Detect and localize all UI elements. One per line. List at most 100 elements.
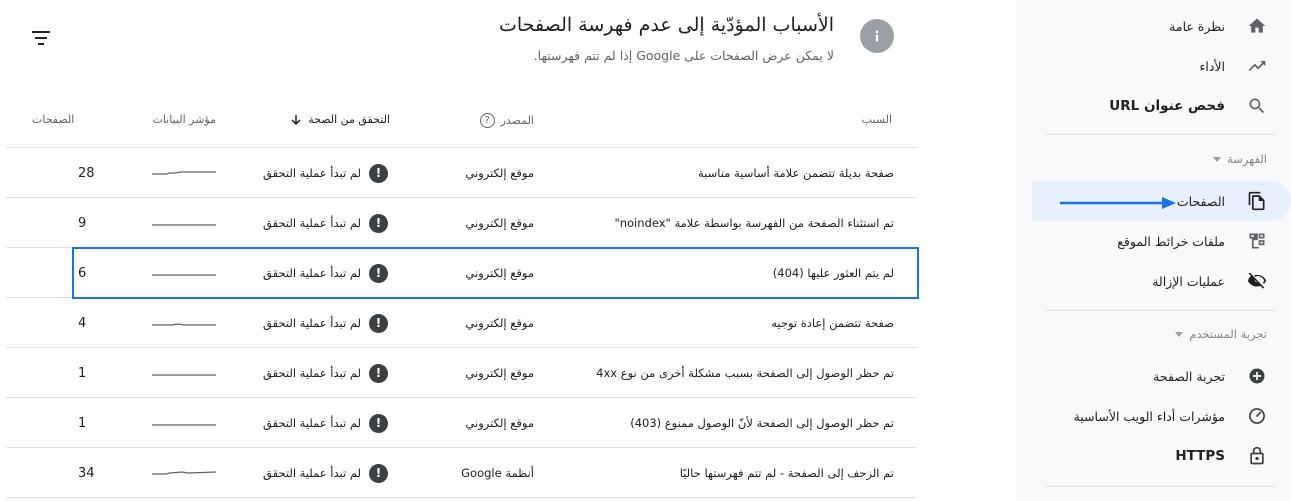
cell-validation: ! لم تبدأ عملية التحقق <box>263 248 388 298</box>
warning-icon: ! <box>369 213 388 233</box>
cell-reason: تم الزحف إلى الصفحة - لم تتم فهرستها حال… <box>679 466 894 480</box>
removals-icon <box>1247 271 1267 291</box>
divider <box>1046 486 1275 487</box>
column-validation[interactable]: التحقق من الصحة <box>290 113 390 126</box>
sitemap-icon <box>1247 231 1267 251</box>
info-icon <box>860 19 894 53</box>
cell-validation: ! لم تبدأ عملية التحقق <box>263 198 388 248</box>
sidebar: نظرة عامة الأداء فحص عنوان URL الفهرسة ا… <box>1016 0 1291 501</box>
chevron-down-icon <box>1175 331 1184 337</box>
cell-pages: 9 <box>78 215 87 231</box>
sidebar-item-label: عمليات الإزالة <box>1152 273 1225 289</box>
cell-validation-label: لم تبدأ عملية التحقق <box>263 216 361 230</box>
cell-reason: صفحة بديلة تتضمن علامة أساسية مناسبة <box>698 166 894 180</box>
cell-validation-label: لم تبدأ عملية التحقق <box>263 416 361 430</box>
sidebar-item-label: تجربة الصفحة <box>1153 368 1225 384</box>
column-source-label: المصدر <box>500 114 534 127</box>
main-panel: الأسباب المؤدّية إلى عدم فهرسة الصفحات ل… <box>0 0 1016 501</box>
search-icon <box>1247 96 1267 116</box>
column-validation-label: التحقق من الصحة <box>308 113 390 126</box>
cell-source: موقع إلكتروني <box>465 266 534 280</box>
section-indexing[interactable]: الفهرسة <box>1213 152 1267 166</box>
sidebar-item-label: فحص عنوان URL <box>1109 98 1225 114</box>
cell-reason: لم يتم العثور عليها (404) <box>772 266 894 280</box>
cell-reason: تم حظر الوصول إلى الصفحة لأنّ الوصول ممن… <box>630 416 894 430</box>
sidebar-item-label: الصفحات <box>1176 193 1225 209</box>
cell-trend <box>152 448 216 498</box>
cell-validation: ! لم تبدأ عملية التحقق <box>263 348 388 398</box>
cell-source: موقع إلكتروني <box>465 316 534 330</box>
annotation-arrow <box>1060 197 1176 209</box>
pages-icon <box>1247 191 1267 211</box>
cell-reason: تم حظر الوصول إلى الصفحة بسبب مشكلة أخرى… <box>596 366 894 380</box>
sidebar-item-performance[interactable]: الأداء <box>1032 46 1291 86</box>
warning-icon: ! <box>369 463 388 483</box>
warning-icon: ! <box>369 163 388 183</box>
warning-icon: ! <box>369 413 388 433</box>
table-row[interactable]: لم يتم العثور عليها (404) موقع إلكتروني ! ل… <box>6 248 916 298</box>
lock-icon <box>1247 446 1267 466</box>
issues-table: السبب المصدر ? التحقق من الصحة مؤشر البي… <box>6 96 916 498</box>
sidebar-item-core-web-vitals[interactable]: مؤشرات أداء الويب الأساسية <box>1032 396 1291 436</box>
help-icon[interactable]: ? <box>479 113 495 128</box>
cell-source: موقع إلكتروني <box>465 216 534 230</box>
column-trend[interactable]: مؤشر البيانات <box>152 113 216 126</box>
cell-validation-label: لم تبدأ عملية التحقق <box>263 266 361 280</box>
table-row[interactable]: صفحة تتضمن إعادة توجيه موقع إلكتروني! لم ت… <box>6 298 916 348</box>
table-row[interactable]: تم استثناء الصفحة من الفهرسة بواسطة علام… <box>6 198 916 248</box>
home-icon <box>1247 16 1267 36</box>
sidebar-item-label: نظرة عامة <box>1169 18 1225 34</box>
sparkline <box>152 323 216 326</box>
page-title: الأسباب المؤدّية إلى عدم فهرسة الصفحات <box>499 14 834 36</box>
cell-reason: صفحة تتضمن إعادة توجيه <box>771 316 894 330</box>
cell-validation: ! لم تبدأ عملية التحقق <box>263 148 388 198</box>
column-reason[interactable]: السبب <box>862 113 892 126</box>
table-row[interactable]: تم الزحف إلى الصفحة - لم تتم فهرستها حال… <box>6 448 916 498</box>
column-pages[interactable]: الصفحات <box>32 113 74 126</box>
cell-source: موقع إلكتروني <box>465 366 534 380</box>
table-row[interactable]: تم حظر الوصول إلى الصفحة بسبب مشكلة أخرى… <box>6 348 916 398</box>
cell-source: موقع إلكتروني <box>465 416 534 430</box>
cell-validation: ! لم تبدأ عملية التحقق <box>263 448 388 498</box>
cell-validation-label: لم تبدأ عملية التحقق <box>263 366 361 380</box>
sidebar-item-removals[interactable]: عمليات الإزالة <box>1032 261 1291 301</box>
cell-pages: 1 <box>78 365 87 381</box>
table-row[interactable]: صفحة بديلة تتضمن علامة أساسية مناسبة موقع… <box>6 148 916 198</box>
cell-reason: تم استثناء الصفحة من الفهرسة بواسطة علام… <box>614 216 894 230</box>
sparkline <box>152 274 216 276</box>
cell-trend <box>152 248 216 298</box>
cell-pages: 6 <box>78 265 87 281</box>
cell-pages: 1 <box>78 415 87 431</box>
cell-validation: ! لم تبدأ عملية التحقق <box>263 398 388 448</box>
cell-trend <box>152 198 216 248</box>
sparkline <box>152 171 216 175</box>
sidebar-item-https[interactable]: HTTPS <box>1032 436 1291 476</box>
speed-gauge-icon <box>1247 406 1267 426</box>
cell-source: موقع إلكتروني <box>465 166 534 180</box>
page-experience-icon <box>1247 366 1267 386</box>
cell-pages: 28 <box>78 165 95 181</box>
section-experience-label: تجربة المستخدم <box>1189 327 1267 341</box>
sidebar-item-label: الأداء <box>1199 58 1225 74</box>
cell-trend <box>152 398 216 448</box>
sidebar-item-sitemaps[interactable]: ملفات خرائط الموقع <box>1032 221 1291 261</box>
cell-trend <box>152 348 216 398</box>
divider <box>1046 134 1275 135</box>
trending-up-icon <box>1247 56 1267 76</box>
chevron-down-icon <box>1213 156 1222 162</box>
sidebar-item-page-experience[interactable]: تجربة الصفحة <box>1032 356 1291 396</box>
sparkline <box>152 224 216 226</box>
cell-pages: 4 <box>78 315 87 331</box>
table-row[interactable]: تم حظر الوصول إلى الصفحة لأنّ الوصول ممن… <box>6 398 916 448</box>
cell-validation-label: لم تبدأ عملية التحقق <box>263 466 361 480</box>
cell-trend <box>152 148 216 198</box>
arrow-down-icon <box>291 114 301 125</box>
cell-validation-label: لم تبدأ عملية التحقق <box>263 166 361 180</box>
sparkline <box>152 424 216 426</box>
sparkline <box>152 471 216 475</box>
column-source[interactable]: المصدر ? <box>479 113 534 128</box>
filter-icon[interactable] <box>30 28 52 48</box>
sidebar-item-overview[interactable]: نظرة عامة <box>1032 6 1291 46</box>
sidebar-item-url-inspection[interactable]: فحص عنوان URL <box>1032 86 1291 126</box>
section-experience[interactable]: تجربة المستخدم <box>1175 327 1267 341</box>
